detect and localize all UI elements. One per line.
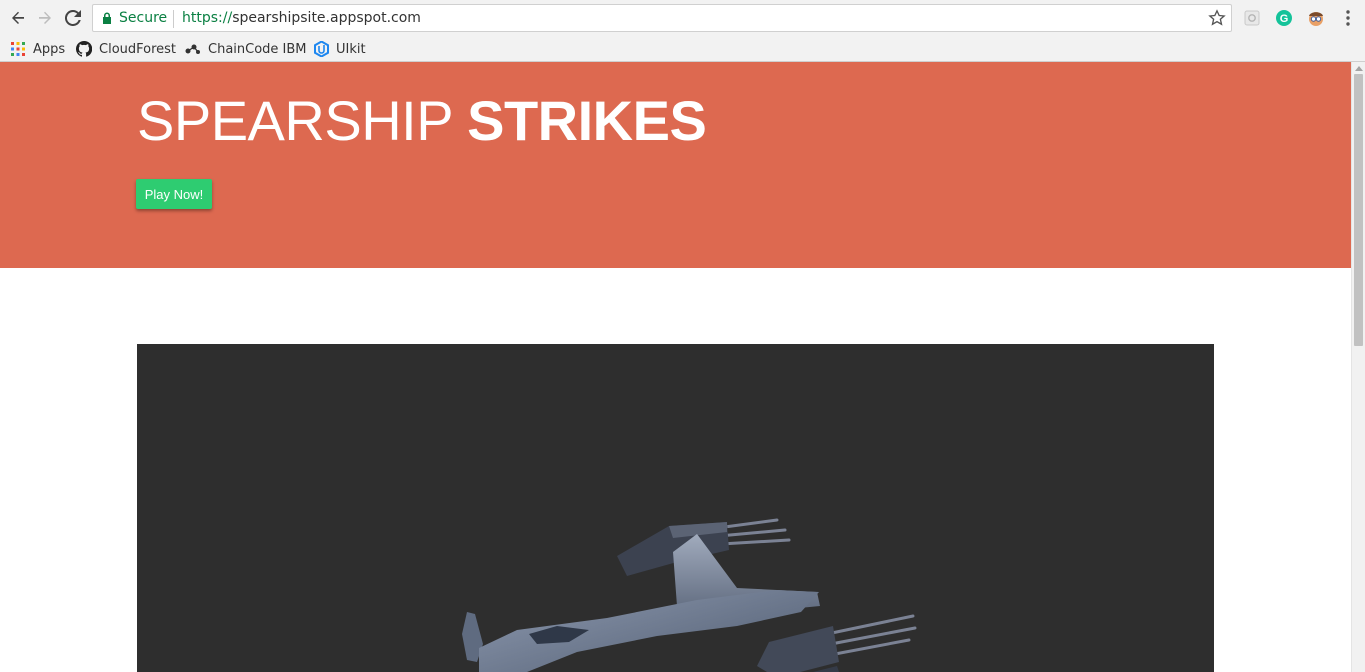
address-separator [173,10,174,28]
game-canvas[interactable] [137,344,1214,672]
address-bar[interactable]: Secure https://spearshipsite.appspot.com [92,4,1232,32]
site-title-bold: STRIKES [467,89,707,152]
scroll-up-arrow-icon[interactable] [1355,66,1363,71]
settings-extension-icon[interactable] [1242,8,1262,28]
bookmark-label: CloudForest [99,41,177,57]
svg-text:G: G [1280,13,1289,25]
bookmark-label: Apps [33,41,66,57]
menu-kebab-icon[interactable] [1338,8,1358,28]
chaincode-icon [185,41,201,57]
play-now-button[interactable]: Play Now! [136,179,212,209]
back-arrow-icon [12,11,24,24]
url-text[interactable]: https://spearshipsite.appspot.com [182,10,421,26]
bookmark-uikit[interactable]: UIkit [313,39,366,59]
page-viewport: SPEARSHIP STRIKES Play Now! [0,62,1351,672]
forward-arrow-icon [39,11,51,24]
spaceship-model [462,518,917,672]
forward-button[interactable] [33,6,57,30]
site-title: SPEARSHIP STRIKES [137,88,707,153]
avatar-extension-icon[interactable] [1306,8,1326,28]
bookmark-chaincode-ibm[interactable]: ChainCode IBM [185,39,307,59]
page-scrollbar[interactable] [1351,62,1365,672]
apps-grid-icon [10,41,26,57]
bookmark-label: UIkit [336,41,366,57]
reload-icon [65,10,81,26]
lock-icon [103,12,111,24]
url-scheme: https:// [182,10,233,26]
secure-label: Secure [119,10,168,26]
bookmarks-bar: Apps CloudForest ChainCode IBM UIkit [0,36,1365,62]
bookmark-cloudforest[interactable]: CloudForest [76,39,176,59]
github-icon [76,41,92,57]
site-title-light: SPEARSHIP [137,89,468,152]
uikit-icon [313,41,329,57]
grammarly-icon[interactable]: G [1274,8,1294,28]
hero-banner: SPEARSHIP STRIKES Play Now! [0,62,1351,268]
url-host: spearshipsite.appspot.com [232,10,421,26]
browser-toolbar: Secure https://spearshipsite.appspot.com… [0,0,1365,36]
back-button[interactable] [6,6,30,30]
bookmark-star-icon[interactable] [1208,9,1226,27]
reload-button[interactable] [61,6,85,30]
bookmark-label: ChainCode IBM [208,41,307,57]
scrollbar-thumb[interactable] [1354,74,1363,346]
bookmark-apps[interactable]: Apps [10,39,65,59]
